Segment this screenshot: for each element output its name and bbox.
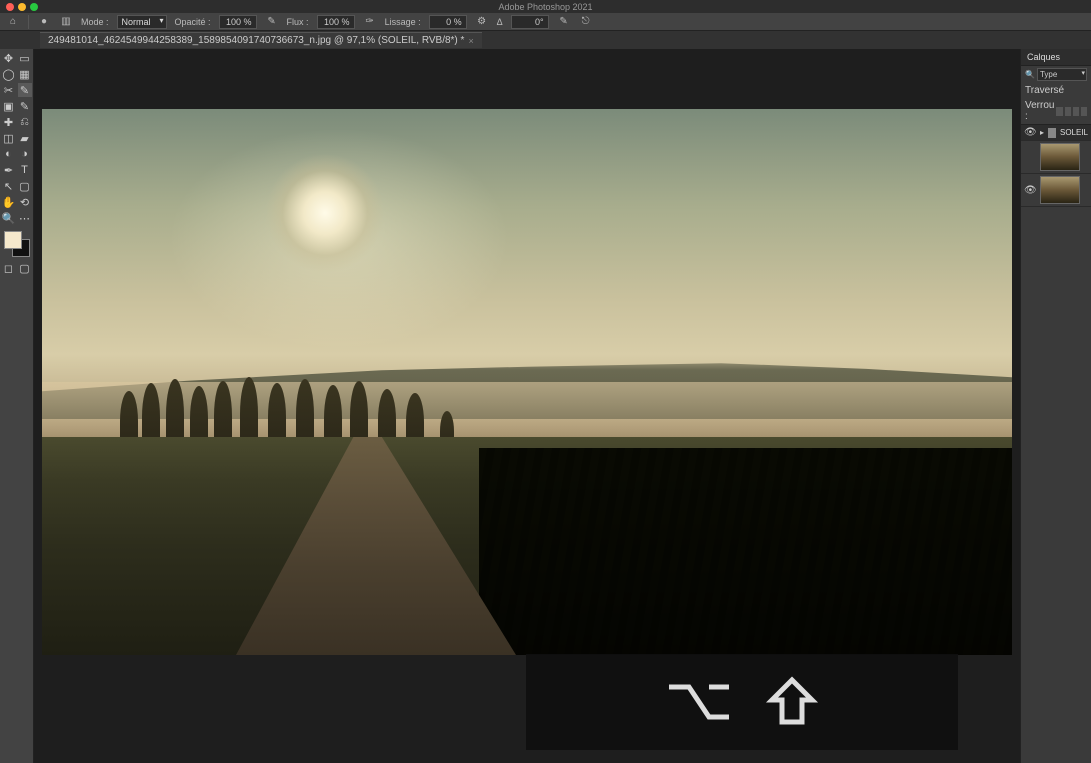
- smoothing-options-icon[interactable]: ⚙: [475, 15, 489, 29]
- tools-panel: ✥▭ ◯▦ ✂✎ ▣✎ ✚⎌ ◫▰ ◐◑ ✒T ↖▢ ✋⟲ 🔍⋯ ◻▢: [0, 49, 34, 763]
- filter-type-dropdown[interactable]: Type: [1037, 68, 1087, 81]
- lock-position-icon[interactable]: [1065, 107, 1071, 116]
- brush-preset-icon[interactable]: ●: [37, 15, 51, 29]
- layer-row[interactable]: 👁: [1021, 174, 1091, 207]
- dodge-tool[interactable]: ◑: [18, 147, 32, 161]
- more-tools[interactable]: ⋯: [18, 211, 32, 225]
- crop-tool[interactable]: ✂: [2, 83, 16, 97]
- chevron-down-icon[interactable]: ▸: [1040, 128, 1044, 137]
- rotate-tool[interactable]: ⟲: [18, 195, 32, 209]
- clone-tool[interactable]: ⎌: [18, 115, 32, 129]
- type-tool[interactable]: T: [18, 163, 32, 177]
- visibility-toggle[interactable]: 👁: [1024, 185, 1036, 196]
- separator: [28, 15, 29, 29]
- window-minimize-button[interactable]: [18, 3, 26, 11]
- hand-tool[interactable]: ✋: [2, 195, 16, 209]
- flux-label: Flux :: [287, 17, 309, 27]
- artboard-tool[interactable]: ▭: [18, 51, 32, 65]
- image-field: [479, 448, 1013, 655]
- window-close-button[interactable]: [6, 3, 14, 11]
- brush-panel-icon[interactable]: ▥: [59, 15, 73, 29]
- lock-all-icon[interactable]: [1081, 107, 1087, 116]
- move-tool[interactable]: ✥: [2, 51, 16, 65]
- visibility-toggle[interactable]: 👁: [1024, 127, 1036, 138]
- lock-pixels-icon[interactable]: [1056, 107, 1062, 116]
- foreground-color-swatch[interactable]: [4, 231, 22, 249]
- close-tab-icon[interactable]: ×: [468, 36, 473, 46]
- smoothing-input[interactable]: 0 %: [429, 15, 467, 29]
- canvas-area[interactable]: [34, 49, 1020, 763]
- options-bar: ⌂ ● ▥ Mode : Normal Opacité : 100 % ✎ Fl…: [0, 13, 1091, 31]
- document-tab-bar: 249481014_4624549944258389_1589854091740…: [0, 31, 1091, 49]
- lock-artboard-icon[interactable]: [1073, 107, 1079, 116]
- shift-key-icon: [764, 674, 820, 730]
- blend-mode-row: Traversé: [1021, 83, 1091, 98]
- layers-panel-tab[interactable]: Calques: [1021, 49, 1091, 66]
- screenmode-tool[interactable]: ▢: [18, 261, 32, 275]
- layer-thumbnail[interactable]: [1040, 176, 1080, 204]
- gradient-tool[interactable]: ▰: [18, 131, 32, 145]
- blend-mode-value[interactable]: Traversé: [1025, 85, 1064, 96]
- option-key-icon: [664, 677, 734, 727]
- blend-mode-dropdown[interactable]: Normal: [117, 15, 167, 29]
- lock-row: Verrou :: [1021, 98, 1091, 125]
- layer-group-row[interactable]: 👁 ▸ SOLEIL: [1021, 125, 1091, 141]
- document-tab[interactable]: 249481014_4624549944258389_1589854091740…: [40, 32, 482, 48]
- document-canvas[interactable]: [42, 109, 1012, 655]
- window-maximize-button[interactable]: [30, 3, 38, 11]
- eyedropper-tool[interactable]: ✎: [18, 99, 32, 113]
- path-tool[interactable]: ↖: [2, 179, 16, 193]
- pressure-size-icon[interactable]: ✎: [557, 15, 571, 29]
- shortcut-overlay: [526, 654, 958, 750]
- marquee-tool[interactable]: ▦: [18, 67, 32, 81]
- image-sun: [265, 153, 385, 273]
- symmetry-icon[interactable]: ⎋: [579, 15, 593, 29]
- layer-thumbnail[interactable]: [1040, 143, 1080, 171]
- app-title: Adobe Photoshop 2021: [498, 2, 592, 12]
- folder-icon: [1048, 128, 1056, 138]
- pressure-opacity-icon[interactable]: ✎: [265, 15, 279, 29]
- layer-filter-row: 🔍 Type: [1021, 66, 1091, 83]
- color-swatches[interactable]: [4, 231, 30, 257]
- document-tab-title: 249481014_4624549944258389_1589854091740…: [48, 35, 464, 46]
- main-area: ✥▭ ◯▦ ✂✎ ▣✎ ✚⎌ ◫▰ ◐◑ ✒T ↖▢ ✋⟲ 🔍⋯ ◻▢: [0, 49, 1091, 763]
- opacity-label: Opacité :: [175, 17, 211, 27]
- zoom-tool[interactable]: 🔍: [2, 211, 16, 225]
- mode-label: Mode :: [81, 17, 109, 27]
- eraser-tool[interactable]: ◫: [2, 131, 16, 145]
- search-icon[interactable]: 🔍: [1025, 70, 1035, 79]
- window-controls: [0, 3, 38, 11]
- airbrush-icon[interactable]: ✑: [363, 15, 377, 29]
- frame-tool[interactable]: ▣: [2, 99, 16, 113]
- lock-label: Verrou :: [1025, 100, 1054, 122]
- lasso-tool[interactable]: ◯: [2, 67, 16, 81]
- blur-tool[interactable]: ◐: [2, 147, 16, 161]
- smoothing-label: Lissage :: [385, 17, 421, 27]
- flux-input[interactable]: 100 %: [317, 15, 355, 29]
- healing-tool[interactable]: ✚: [2, 115, 16, 129]
- layer-name[interactable]: SOLEIL: [1060, 128, 1088, 137]
- quickmask-tool[interactable]: ◻: [2, 261, 16, 275]
- window-titlebar: Adobe Photoshop 2021: [0, 0, 1091, 13]
- home-icon[interactable]: ⌂: [6, 15, 20, 29]
- layer-row[interactable]: [1021, 141, 1091, 174]
- shape-tool[interactable]: ▢: [18, 179, 32, 193]
- opacity-input[interactable]: 100 %: [219, 15, 257, 29]
- brush-tool[interactable]: ✎: [18, 83, 32, 97]
- pen-tool[interactable]: ✒: [2, 163, 16, 177]
- layers-panel: Calques 🔍 Type Traversé Verrou : 👁 ▸ SOL…: [1020, 49, 1091, 763]
- angle-label: Δ: [497, 17, 503, 27]
- angle-input[interactable]: 0°: [511, 15, 549, 29]
